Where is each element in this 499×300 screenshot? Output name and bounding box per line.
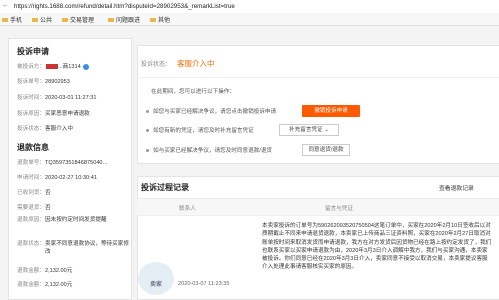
refund-row: 需要退货：否	[17, 205, 51, 211]
back-icon[interactable]: ←	[2, 2, 9, 9]
bullet-icon	[146, 110, 149, 114]
refund-row: 退款金额：2,132.00元	[17, 282, 73, 288]
bookmark-phone[interactable]: 手机	[2, 15, 22, 24]
redacted-mark	[46, 64, 58, 70]
bookmark-public[interactable]: 公共	[32, 15, 52, 24]
folder-icon	[2, 18, 8, 23]
refund-row: 已收到货：否	[17, 190, 51, 196]
avatar: 卖家	[138, 262, 174, 295]
bookmark-other[interactable]: 其他	[150, 15, 170, 24]
action-tip: 在此期间，您可以进行以下操作：	[151, 89, 235, 95]
history-title: 投诉过程记录	[141, 183, 189, 192]
history-table-header: 联系人 留言与凭证	[137, 198, 499, 216]
bullet-icon	[146, 149, 149, 153]
divider	[137, 77, 499, 78]
refund-row: 申请时间：2020-02-27 10:30:41	[17, 175, 97, 181]
refund-row: 退款单号：TQ3597351846875040...	[17, 160, 108, 166]
option-withdraw: 如您与买家已经解决争议，请您点击撤销投诉申请	[146, 107, 276, 115]
status-value: 客服介入中	[177, 59, 215, 68]
history-message: 本卖家投诉的订单号为590262093520750504这笔订单中，买家在202…	[262, 223, 492, 271]
folder-icon	[62, 18, 68, 23]
complaint-title: 投诉申请	[17, 47, 49, 56]
bookmark-issue[interactable]: 问题跟进	[108, 15, 140, 24]
info-row: 投诉时间：2020-03-01 11:27:31	[17, 95, 97, 101]
col-contact: 联系人	[179, 206, 196, 212]
status-line: 投诉状态： 客服介入中	[141, 59, 215, 68]
bullet-icon	[146, 129, 149, 133]
supplement-evidence-button[interactable]: 补充留言凭证 ⌄	[279, 124, 339, 136]
url-text[interactable]: https://rights.1688.com/refund/detail.ht…	[14, 3, 235, 10]
option-supplement: 如您有新的凭证，请您及时补充留言凭证	[146, 126, 254, 134]
chevron-down-icon: ⌄	[324, 127, 329, 133]
folder-icon	[150, 18, 156, 23]
withdraw-complaint-button[interactable]: 撤销投诉申请	[302, 105, 360, 117]
chat-icon[interactable]	[82, 63, 89, 70]
refund-row: 退款状态： 卖家不同意退款协议，等待买家修改	[17, 241, 129, 255]
info-row: 被投诉方： ...商1314	[17, 62, 89, 70]
info-row: 投诉单号：28902953	[17, 79, 70, 85]
option-agree: 如与买家已经解决争议，请您及时同意退款/退货	[146, 146, 272, 154]
folder-icon	[32, 18, 38, 23]
record-date: 2020-03-07 11:23:35	[178, 281, 230, 287]
bookmarks-bar: 手机 公共 交易管理 问题跟进 其他	[0, 13, 499, 26]
col-message: 留言与凭证	[325, 206, 353, 212]
info-row: 投诉状态：客服介入中	[17, 126, 73, 132]
agree-refund-button[interactable]: 同意退货/退款	[302, 144, 350, 156]
refund-row: 退款金额：2,132.00元	[17, 268, 73, 274]
view-refund-record-link[interactable]: 查看退款记录	[439, 183, 474, 192]
bookmark-trade[interactable]: 交易管理	[62, 15, 94, 24]
info-row: 投诉原因：买家恶意申请退款	[17, 111, 90, 117]
address-bar[interactable]: ← https://rights.1688.com/refund/detail.…	[0, 0, 499, 14]
refund-row: 退款原因： 因未按约定时间发货提醒	[17, 217, 107, 223]
folder-icon	[108, 18, 114, 23]
refund-title: 退款信息	[17, 143, 49, 152]
role-label: 卖家	[149, 282, 162, 288]
